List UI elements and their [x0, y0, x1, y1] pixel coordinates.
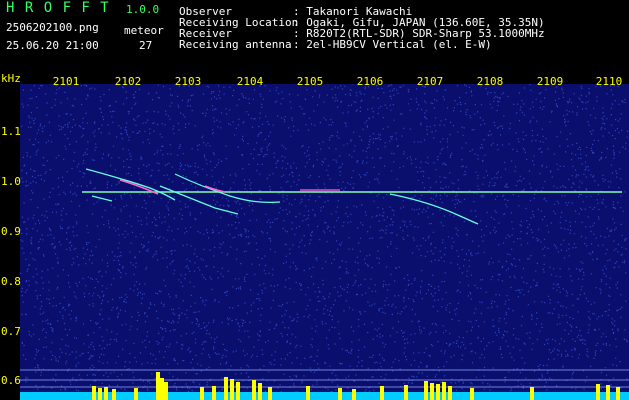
- x-tick-label: 2106: [357, 75, 384, 88]
- y-tick-label: 0.7: [1, 325, 21, 338]
- app-version: 1.0.0: [126, 3, 160, 16]
- info-value-antenna: : 2el-HB9CV Vertical (el. E-W): [293, 38, 492, 51]
- y-tick-label: 0.8: [1, 275, 21, 288]
- x-tick-label: 2108: [477, 75, 504, 88]
- intensity-bar: [380, 386, 384, 400]
- x-tick-label: 2109: [537, 75, 564, 88]
- spectrogram: 2101 2102 2103 2104 2105 2106 2107 2108 2109 2110…: [1, 74, 629, 400]
- intensity-bar: [164, 382, 168, 400]
- intensity-bar: [306, 386, 310, 400]
- intensity-bar: [596, 384, 600, 400]
- intensity-bar: [606, 385, 610, 400]
- intensity-bar: [268, 387, 272, 400]
- x-tick-label: 2102: [115, 75, 142, 88]
- x-tick-label: 2107: [417, 75, 444, 88]
- intensity-bar: [470, 388, 474, 400]
- intensity-bar: [104, 387, 108, 400]
- y-tick-label: 0.6: [1, 374, 21, 387]
- intensity-bar: [352, 389, 356, 400]
- capture-datetime: 25.06.20 21:00: [6, 39, 99, 52]
- intensity-bar: [200, 387, 204, 400]
- spectrogram-background: [20, 84, 629, 400]
- hrofft-window: H R O F F T 1.0.0 2506202100.png 25.06.2…: [0, 0, 629, 400]
- intensity-bar: [112, 389, 116, 400]
- x-tick-label: 2110: [596, 75, 623, 88]
- intensity-bar: [430, 383, 434, 400]
- intensity-bar: [156, 372, 160, 400]
- unit-label: kHz: [1, 74, 21, 85]
- intensity-bar: [160, 378, 164, 400]
- intensity-bar: [442, 382, 446, 400]
- intensity-bar: [134, 388, 138, 400]
- intensity-bar: [424, 381, 428, 400]
- x-tick-label: 2101: [53, 75, 80, 88]
- info-label-antenna: Receiving antenna: [179, 38, 292, 51]
- y-tick-label: 1.1: [1, 125, 21, 138]
- counter-value: 27: [139, 39, 153, 52]
- intensity-bar: [338, 388, 342, 400]
- intensity-bar: [448, 386, 452, 400]
- intensity-bar: [530, 387, 534, 400]
- intensity-bar: [98, 388, 102, 400]
- x-tick-label: 2104: [237, 75, 264, 88]
- intensity-bar: [230, 379, 234, 400]
- intensity-bar: [224, 377, 228, 400]
- intensity-bar: [252, 380, 256, 400]
- intensity-bar: [258, 383, 262, 400]
- intensity-bar: [236, 382, 240, 400]
- y-tick-label: 1.0: [1, 175, 21, 188]
- x-tick-label: 2103: [175, 75, 202, 88]
- intensity-bar: [92, 386, 96, 400]
- intensity-bar: [404, 385, 408, 400]
- file-name: 2506202100.png: [6, 21, 99, 34]
- signal-baseline: [20, 392, 629, 400]
- x-tick-label: 2105: [297, 75, 324, 88]
- intensity-bar: [616, 387, 620, 400]
- counter-label: meteor: [124, 24, 164, 37]
- intensity-bar: [436, 384, 440, 400]
- app-name: H R O F F T: [6, 0, 110, 16]
- y-tick-label: 0.9: [1, 225, 21, 238]
- intensity-bar: [212, 386, 216, 400]
